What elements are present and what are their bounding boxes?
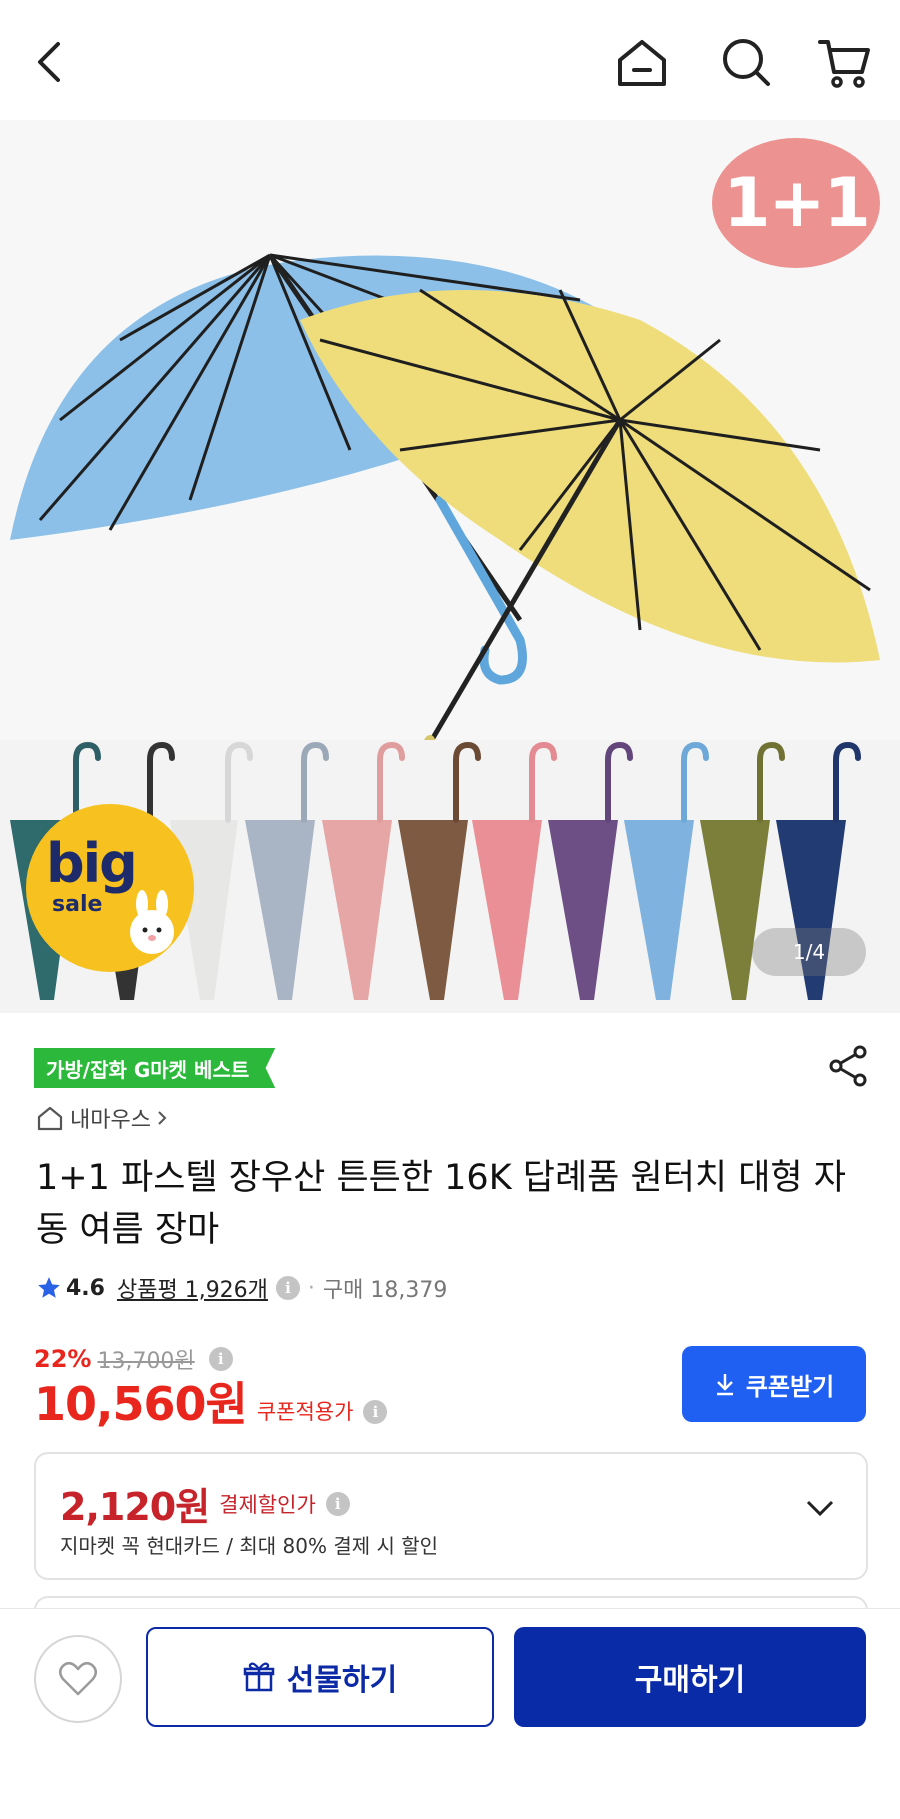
info-icon[interactable]: i: [275, 1276, 300, 1300]
gift-icon: [243, 1662, 275, 1692]
price-note: 쿠폰적용가: [256, 1400, 354, 1424]
category-best-badge[interactable]: 가방/잡화 G마켓 베스트: [34, 1048, 276, 1088]
info-icon[interactable]: i: [325, 1491, 350, 1516]
buy-button[interactable]: 구매하기: [514, 1627, 866, 1727]
store-home-icon: [37, 1106, 63, 1131]
rating-row: 4.6 상품평 1,926개 i · 구매 18,379: [36, 1270, 447, 1306]
heart-icon: [59, 1661, 97, 1696]
back-icon[interactable]: [18, 30, 82, 94]
gift-button-label: 선물하기: [286, 1663, 398, 1698]
card-discount-panel[interactable]: 2,120원 결제할인가 i 지마켓 꼭 현대카드 / 최대 80% 결제 시 …: [34, 1452, 868, 1580]
card-discount-description: 지마켓 꼭 현대카드 / 최대 80% 결제 시 할인: [60, 1534, 439, 1558]
home-icon[interactable]: [610, 30, 674, 94]
download-icon: [716, 1374, 733, 1396]
product-image-carousel[interactable]: 1+1 big sale 1/4: [0, 120, 900, 1013]
star-icon: [38, 1277, 60, 1298]
coupon-button[interactable]: 쿠폰받기: [682, 1346, 866, 1422]
promo-badge: 1+1: [712, 138, 880, 268]
chevron-right-icon: [158, 1111, 167, 1125]
share-icon[interactable]: [826, 1044, 870, 1088]
card-discount-amount-row: 2,120원 결제할인가 i: [60, 1476, 350, 1531]
wishlist-button[interactable]: [34, 1635, 122, 1723]
card-discount-label: 결제할인가: [219, 1492, 316, 1517]
sales-count: 구매 18,379: [322, 1278, 448, 1303]
reviews-link[interactable]: 상품평 1,926개: [117, 1272, 268, 1304]
info-icon[interactable]: i: [363, 1400, 388, 1424]
price-row: 10,560원 쿠폰적용가 i: [34, 1374, 388, 1434]
carousel-pager: 1/4: [752, 928, 866, 976]
seller-name: 내마우스: [70, 1108, 151, 1133]
card-discount-amount: 2,120원: [60, 1485, 210, 1529]
search-icon[interactable]: [714, 30, 778, 94]
big-sale-badge-big: big: [46, 832, 138, 895]
big-sale-badge-sale: sale: [52, 892, 103, 917]
top-bar: [0, 0, 900, 120]
separator-dot: ·: [307, 1275, 315, 1301]
bottom-action-bar: 선물하기 구매하기: [0, 1608, 900, 1819]
coupon-button-label: 쿠폰받기: [745, 1372, 835, 1401]
product-title: 1+1 파스텔 장우산 튼튼한 16K 답례품 원터치 대형 자동 여름 장마: [36, 1158, 846, 1250]
gift-button[interactable]: 선물하기: [146, 1627, 494, 1727]
chevron-down-icon[interactable]: [804, 1498, 836, 1518]
sale-price: 10,560원: [34, 1377, 248, 1431]
rabbit-icon: [130, 890, 174, 954]
rating-score: 4.6: [66, 1275, 105, 1301]
big-sale-badge: big sale: [26, 804, 194, 972]
seller-link[interactable]: 내마우스: [36, 1100, 169, 1136]
cart-icon[interactable]: [812, 30, 876, 94]
